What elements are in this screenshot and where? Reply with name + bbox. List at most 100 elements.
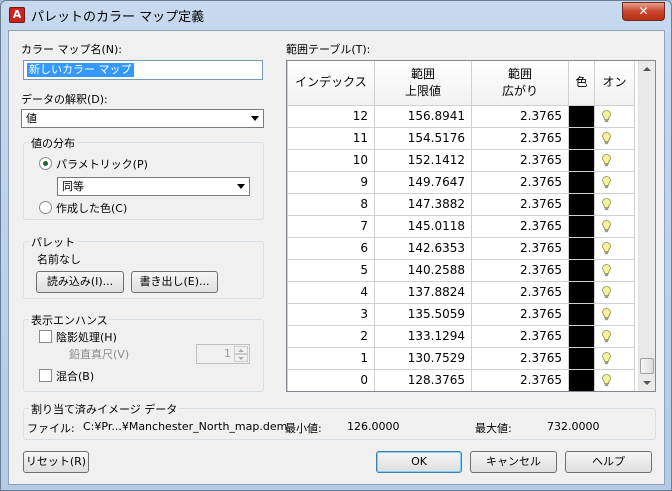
row-index[interactable]: 8	[287, 192, 375, 216]
row-index[interactable]: 1	[287, 346, 375, 370]
header-color[interactable]: 色	[568, 61, 595, 106]
blend-checkbox[interactable]	[39, 369, 52, 382]
distribution-method-select[interactable]: 同等	[57, 177, 250, 196]
row-color-swatch[interactable]	[568, 368, 595, 391]
row-color-swatch[interactable]	[568, 170, 595, 194]
row-color-swatch[interactable]	[568, 302, 595, 326]
row-spread-value[interactable]: 2.3765	[471, 104, 569, 128]
row-upper-value[interactable]: 142.6353	[374, 236, 472, 260]
row-spread-value[interactable]: 2.3765	[471, 126, 569, 150]
row-upper-value[interactable]: 147.3882	[374, 192, 472, 216]
row-index[interactable]: 0	[287, 368, 375, 391]
row-index[interactable]: 5	[287, 258, 375, 282]
table-row[interactable]: 11 154.5176 2.3765	[287, 126, 635, 150]
row-color-swatch[interactable]	[568, 104, 595, 128]
table-row[interactable]: 7 145.0118 2.3765	[287, 214, 635, 238]
row-upper-value[interactable]: 137.8824	[374, 280, 472, 304]
row-on-toggle[interactable]	[594, 170, 635, 194]
help-button[interactable]: ヘルプ	[565, 451, 652, 473]
header-spread[interactable]: 範囲 広がり	[471, 61, 569, 106]
row-color-swatch[interactable]	[568, 126, 595, 150]
row-upper-value[interactable]: 156.8941	[374, 104, 472, 128]
vertical-exaggeration-spinner[interactable]: 1	[196, 344, 250, 364]
table-row[interactable]: 10 152.1412 2.3765	[287, 148, 635, 172]
table-row[interactable]: 3 135.5059 2.3765	[287, 302, 635, 326]
table-row[interactable]: 12 156.8941 2.3765	[287, 104, 635, 128]
row-spread-value[interactable]: 2.3765	[471, 236, 569, 260]
scroll-down-icon[interactable]	[643, 381, 651, 385]
table-row[interactable]: 6 142.6353 2.3765	[287, 236, 635, 260]
row-upper-value[interactable]: 130.7529	[374, 346, 472, 370]
row-color-swatch[interactable]	[568, 148, 595, 172]
spin-down-icon[interactable]	[234, 354, 248, 362]
row-on-toggle[interactable]	[594, 192, 635, 216]
table-row[interactable]: 2 133.1294 2.3765	[287, 324, 635, 348]
row-spread-value[interactable]: 2.3765	[471, 214, 569, 238]
row-color-swatch[interactable]	[568, 192, 595, 216]
row-spread-value[interactable]: 2.3765	[471, 192, 569, 216]
row-upper-value[interactable]: 128.3765	[374, 368, 472, 391]
row-on-toggle[interactable]	[594, 258, 635, 282]
row-on-toggle[interactable]	[594, 148, 635, 172]
spin-up-icon[interactable]	[234, 346, 248, 354]
row-color-swatch[interactable]	[568, 236, 595, 260]
row-on-toggle[interactable]	[594, 368, 635, 391]
row-spread-value[interactable]: 2.3765	[471, 258, 569, 282]
export-palette-button[interactable]: 書き出し(E)...	[131, 271, 218, 293]
row-index[interactable]: 6	[287, 236, 375, 260]
row-index[interactable]: 12	[287, 104, 375, 128]
row-upper-value[interactable]: 154.5176	[374, 126, 472, 150]
row-upper-value[interactable]: 149.7647	[374, 170, 472, 194]
row-on-toggle[interactable]	[594, 126, 635, 150]
table-row[interactable]: 0 128.3765 2.3765	[287, 368, 635, 391]
table-row[interactable]: 5 140.2588 2.3765	[287, 258, 635, 282]
row-spread-value[interactable]: 2.3765	[471, 280, 569, 304]
row-color-swatch[interactable]	[568, 258, 595, 282]
colormap-name-input[interactable]: 新しいカラー マップ	[23, 60, 263, 80]
title-bar[interactable]: A パレットのカラー マップ定義 ✕	[1, 1, 671, 29]
row-spread-value[interactable]: 2.3765	[471, 302, 569, 326]
row-spread-value[interactable]: 2.3765	[471, 170, 569, 194]
row-index[interactable]: 10	[287, 148, 375, 172]
parametric-radio[interactable]	[39, 157, 52, 170]
row-on-toggle[interactable]	[594, 302, 635, 326]
header-on[interactable]: オン	[594, 61, 635, 106]
row-upper-value[interactable]: 135.5059	[374, 302, 472, 326]
row-spread-value[interactable]: 2.3765	[471, 368, 569, 391]
row-index[interactable]: 4	[287, 280, 375, 304]
data-interpretation-select[interactable]: 値	[21, 109, 264, 128]
row-color-swatch[interactable]	[568, 214, 595, 238]
row-on-toggle[interactable]	[594, 104, 635, 128]
scrollbar-thumb[interactable]	[640, 358, 654, 374]
row-color-swatch[interactable]	[568, 324, 595, 348]
reset-button[interactable]: リセット(R)	[23, 451, 89, 473]
row-upper-value[interactable]: 140.2588	[374, 258, 472, 282]
row-upper-value[interactable]: 152.1412	[374, 148, 472, 172]
table-row[interactable]: 4 137.8824 2.3765	[287, 280, 635, 304]
row-index[interactable]: 2	[287, 324, 375, 348]
row-on-toggle[interactable]	[594, 280, 635, 304]
header-index[interactable]: インデックス	[287, 61, 375, 106]
header-upper[interactable]: 範囲 上限値	[374, 61, 472, 106]
table-row[interactable]: 1 130.7529 2.3765	[287, 346, 635, 370]
shading-checkbox[interactable]	[39, 330, 52, 343]
row-color-swatch[interactable]	[568, 346, 595, 370]
range-table[interactable]: インデックス 範囲 上限値 範囲 広がり 色 オン 12 156.8941 2.3765…	[286, 60, 656, 392]
row-spread-value[interactable]: 2.3765	[471, 324, 569, 348]
row-spread-value[interactable]: 2.3765	[471, 148, 569, 172]
scroll-up-icon[interactable]	[643, 67, 651, 71]
row-on-toggle[interactable]	[594, 324, 635, 348]
created-color-radio[interactable]	[39, 201, 52, 214]
row-index[interactable]: 9	[287, 170, 375, 194]
row-index[interactable]: 7	[287, 214, 375, 238]
row-color-swatch[interactable]	[568, 280, 595, 304]
import-palette-button[interactable]: 読み込み(I)...	[36, 271, 124, 293]
row-spread-value[interactable]: 2.3765	[471, 346, 569, 370]
row-upper-value[interactable]: 145.0118	[374, 214, 472, 238]
row-index[interactable]: 11	[287, 126, 375, 150]
row-on-toggle[interactable]	[594, 214, 635, 238]
close-button[interactable]: ✕	[622, 2, 665, 21]
cancel-button[interactable]: キャンセル	[470, 451, 557, 473]
row-upper-value[interactable]: 133.1294	[374, 324, 472, 348]
table-row[interactable]: 8 147.3882 2.3765	[287, 192, 635, 216]
